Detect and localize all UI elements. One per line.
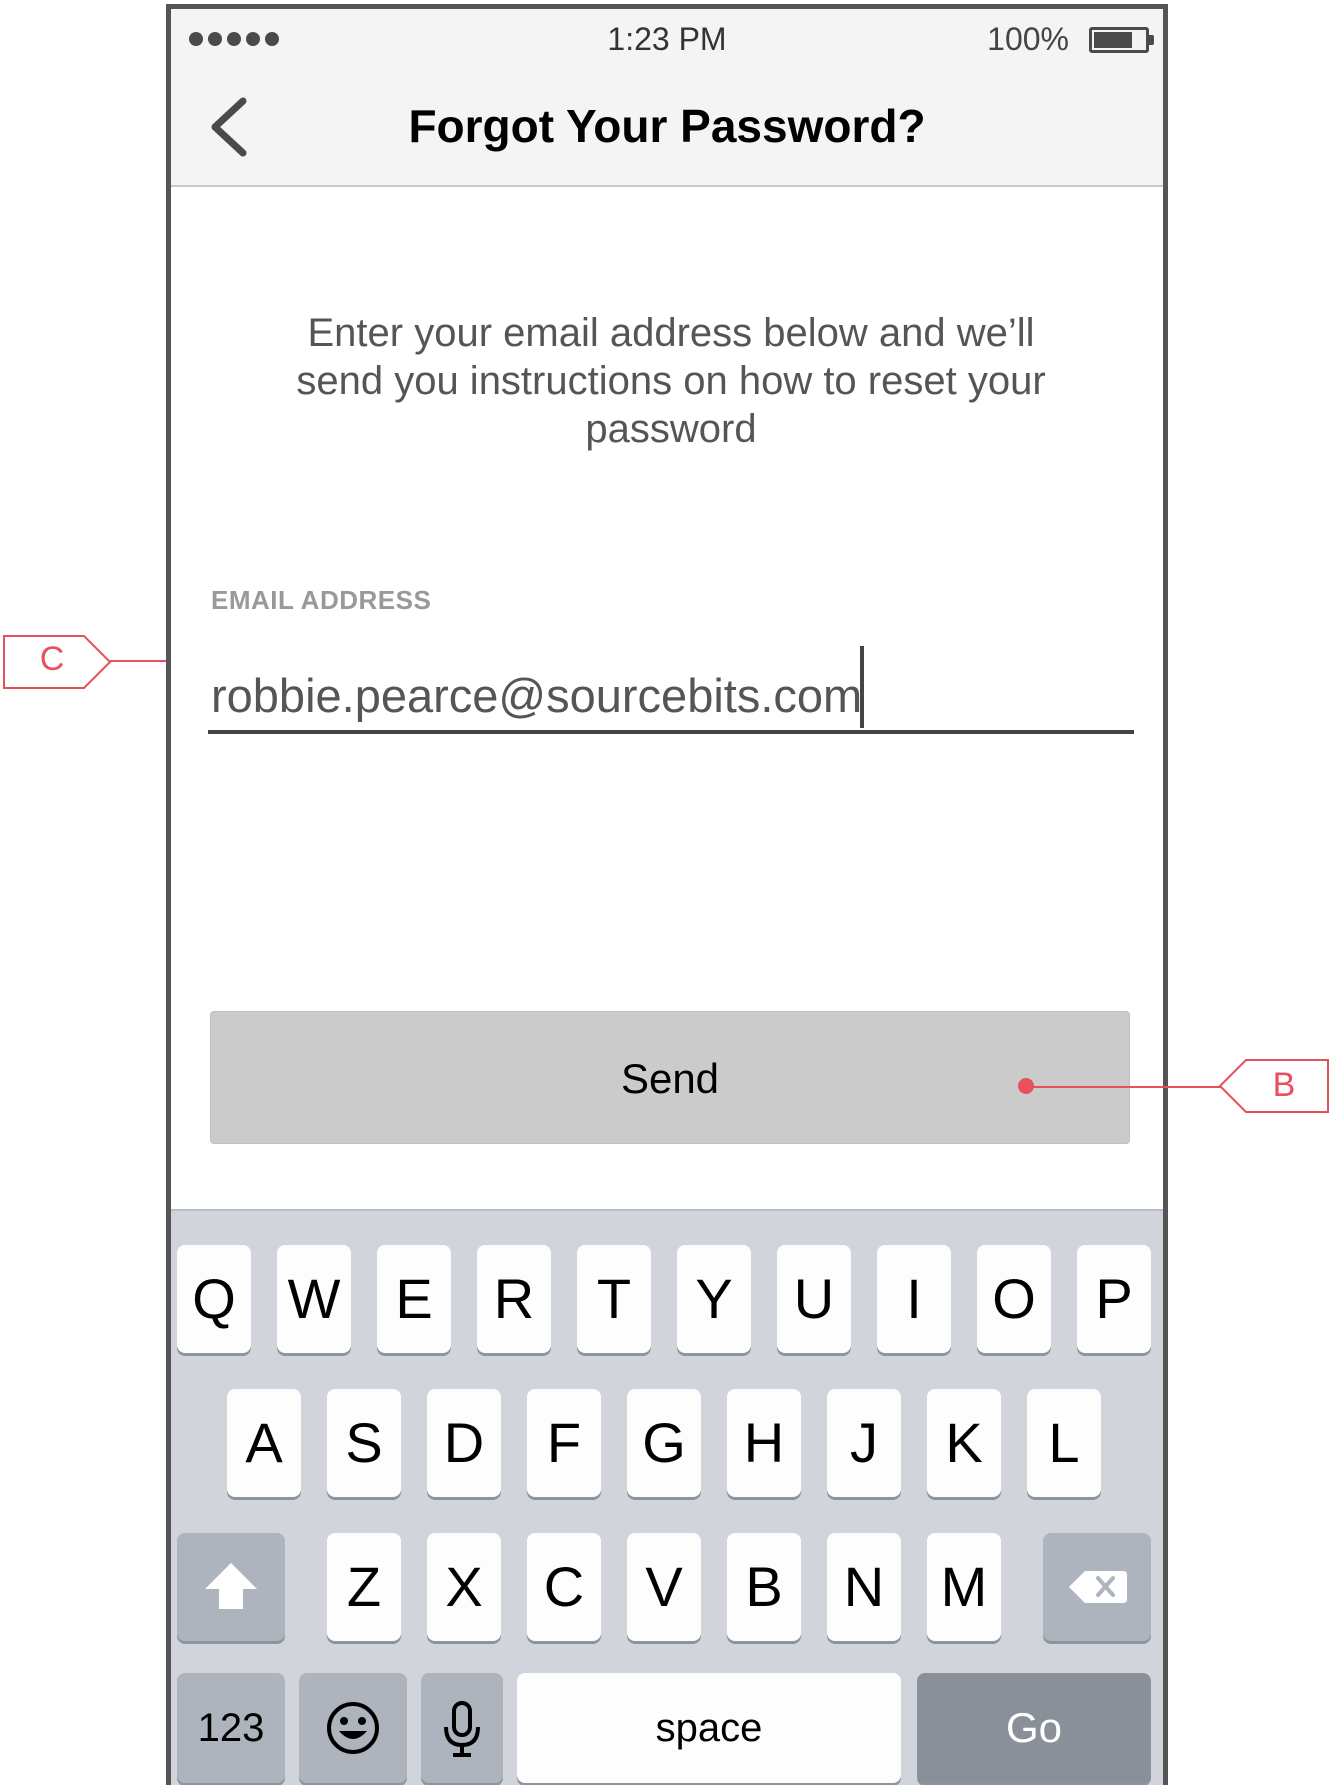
key-g[interactable]: G bbox=[627, 1389, 701, 1497]
key-a[interactable]: A bbox=[227, 1389, 301, 1497]
go-key[interactable]: Go bbox=[917, 1673, 1151, 1783]
key-f[interactable]: F bbox=[527, 1389, 601, 1497]
key-s[interactable]: S bbox=[327, 1389, 401, 1497]
email-input[interactable]: robbie.pearce@sourcebits.com bbox=[211, 646, 865, 728]
keyboard: Q W E R T Y U I O P A S D F G H J K L Z … bbox=[171, 1209, 1163, 1785]
key-p[interactable]: P bbox=[1077, 1245, 1151, 1353]
callout-b-label: B bbox=[1272, 1066, 1296, 1104]
shift-key[interactable] bbox=[177, 1533, 285, 1641]
key-r[interactable]: R bbox=[477, 1245, 551, 1353]
key-t[interactable]: T bbox=[577, 1245, 651, 1353]
key-y[interactable]: Y bbox=[677, 1245, 751, 1353]
key-n[interactable]: N bbox=[827, 1533, 901, 1641]
numbers-key[interactable]: 123 bbox=[177, 1673, 285, 1783]
key-k[interactable]: K bbox=[927, 1389, 1001, 1497]
email-field[interactable]: robbie.pearce@sourcebits.com bbox=[208, 624, 1134, 734]
key-o[interactable]: O bbox=[977, 1245, 1051, 1353]
emoji-key[interactable] bbox=[299, 1673, 407, 1783]
email-label: EMAIL ADDRESS bbox=[211, 585, 432, 615]
microphone-icon bbox=[444, 1701, 480, 1757]
key-c[interactable]: C bbox=[527, 1533, 601, 1641]
email-value: robbie.pearce@sourcebits.com bbox=[211, 669, 863, 722]
delete-key[interactable] bbox=[1043, 1533, 1151, 1641]
shift-icon bbox=[205, 1563, 257, 1609]
callout-b-line bbox=[1026, 1086, 1226, 1088]
key-v[interactable]: V bbox=[627, 1533, 701, 1641]
key-q[interactable]: Q bbox=[177, 1245, 251, 1353]
send-button[interactable]: Send bbox=[210, 1011, 1130, 1144]
key-i[interactable]: I bbox=[877, 1245, 951, 1353]
key-m[interactable]: M bbox=[927, 1533, 1001, 1641]
key-u[interactable]: U bbox=[777, 1245, 851, 1353]
key-h[interactable]: H bbox=[727, 1389, 801, 1497]
phone-screen: 1:23 PM 100% Forgot Your Password? Enter… bbox=[166, 4, 1168, 1785]
status-bar: 1:23 PM 100% bbox=[171, 9, 1163, 69]
emoji-icon bbox=[327, 1702, 379, 1754]
key-d[interactable]: D bbox=[427, 1389, 501, 1497]
key-l[interactable]: L bbox=[1027, 1389, 1101, 1497]
page-title: Forgot Your Password? bbox=[408, 100, 926, 152]
delete-icon bbox=[1069, 1571, 1127, 1603]
key-w[interactable]: W bbox=[277, 1245, 351, 1353]
key-z[interactable]: Z bbox=[327, 1533, 401, 1641]
key-b[interactable]: B bbox=[727, 1533, 801, 1641]
key-x[interactable]: X bbox=[427, 1533, 501, 1641]
navigation-bar: Forgot Your Password? bbox=[171, 69, 1163, 187]
battery-icon bbox=[1089, 27, 1154, 53]
text-cursor bbox=[860, 646, 865, 728]
battery-percentage: 100% bbox=[987, 21, 1069, 57]
microphone-key[interactable] bbox=[421, 1673, 503, 1783]
instructions-text: Enter your email address below and we’ll… bbox=[296, 311, 1046, 451]
key-e[interactable]: E bbox=[377, 1245, 451, 1353]
key-j[interactable]: J bbox=[827, 1389, 901, 1497]
space-key[interactable]: space bbox=[517, 1673, 901, 1783]
callout-c-label: C bbox=[39, 640, 65, 678]
